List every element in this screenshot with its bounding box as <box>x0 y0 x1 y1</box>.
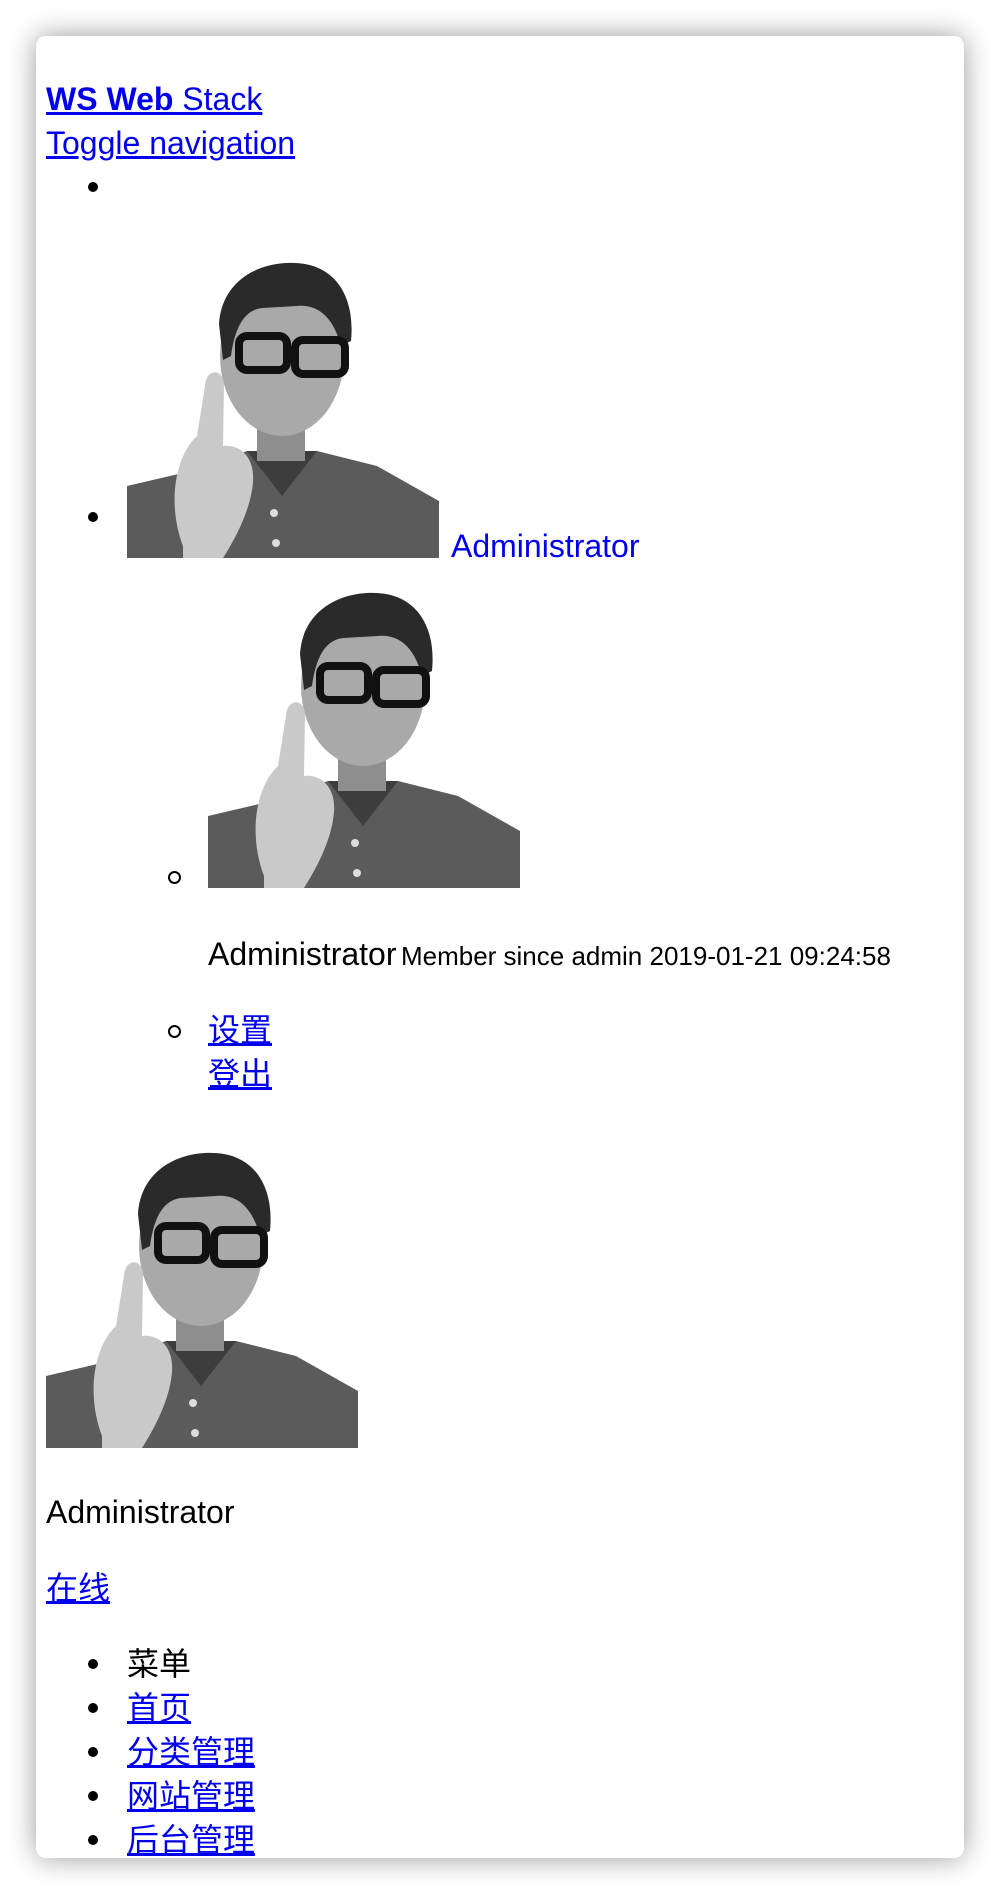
person-photo-icon <box>208 576 520 888</box>
brand-rest: Stack <box>173 81 263 117</box>
list-bullet <box>88 1835 98 1845</box>
menu-item-admin[interactable]: 后台管理 <box>127 1820 255 1858</box>
sidebar-user-name: Administrator <box>46 1494 235 1530</box>
list-bullet <box>88 1791 98 1801</box>
brand-logo-link[interactable]: WS Web Stack <box>46 79 262 119</box>
dropdown-user-name: Administrator <box>208 936 397 972</box>
browser-window: WS Web Stack Toggle navigation Administr… <box>36 36 964 1858</box>
user-menu-name[interactable]: Administrator <box>451 526 640 566</box>
menu-item-sites[interactable]: 网站管理 <box>127 1776 255 1816</box>
list-bullet-circle <box>168 1025 181 1038</box>
dropdown-avatar-image <box>208 576 520 888</box>
menu-item-categories[interactable]: 分类管理 <box>127 1732 255 1772</box>
list-bullet <box>88 182 98 192</box>
user-avatar-image[interactable] <box>127 246 439 558</box>
list-bullet <box>88 1747 98 1757</box>
list-bullet <box>88 512 98 522</box>
toggle-navigation-link[interactable]: Toggle navigation <box>46 123 295 163</box>
list-bullet <box>88 1659 98 1669</box>
brand-bold: WS Web <box>46 81 174 117</box>
online-status-link[interactable]: 在线 <box>46 1568 110 1608</box>
list-bullet-circle <box>168 871 181 884</box>
menu-item-home[interactable]: 首页 <box>127 1688 191 1728</box>
sidebar-avatar-image <box>46 1136 358 1448</box>
member-since-text: Member since admin 2019-01-21 09:24:58 <box>400 941 891 971</box>
person-photo-icon <box>46 1136 358 1448</box>
dropdown-user-header: Administrator Member since admin 2019-01… <box>208 934 891 974</box>
page-content: WS Web Stack Toggle navigation Administr… <box>46 36 954 1858</box>
person-photo-icon <box>127 246 439 558</box>
logout-link[interactable]: 登出 <box>208 1054 272 1094</box>
list-bullet <box>88 1703 98 1713</box>
menu-header: 菜单 <box>127 1646 192 1682</box>
settings-link[interactable]: 设置 <box>208 1010 272 1050</box>
